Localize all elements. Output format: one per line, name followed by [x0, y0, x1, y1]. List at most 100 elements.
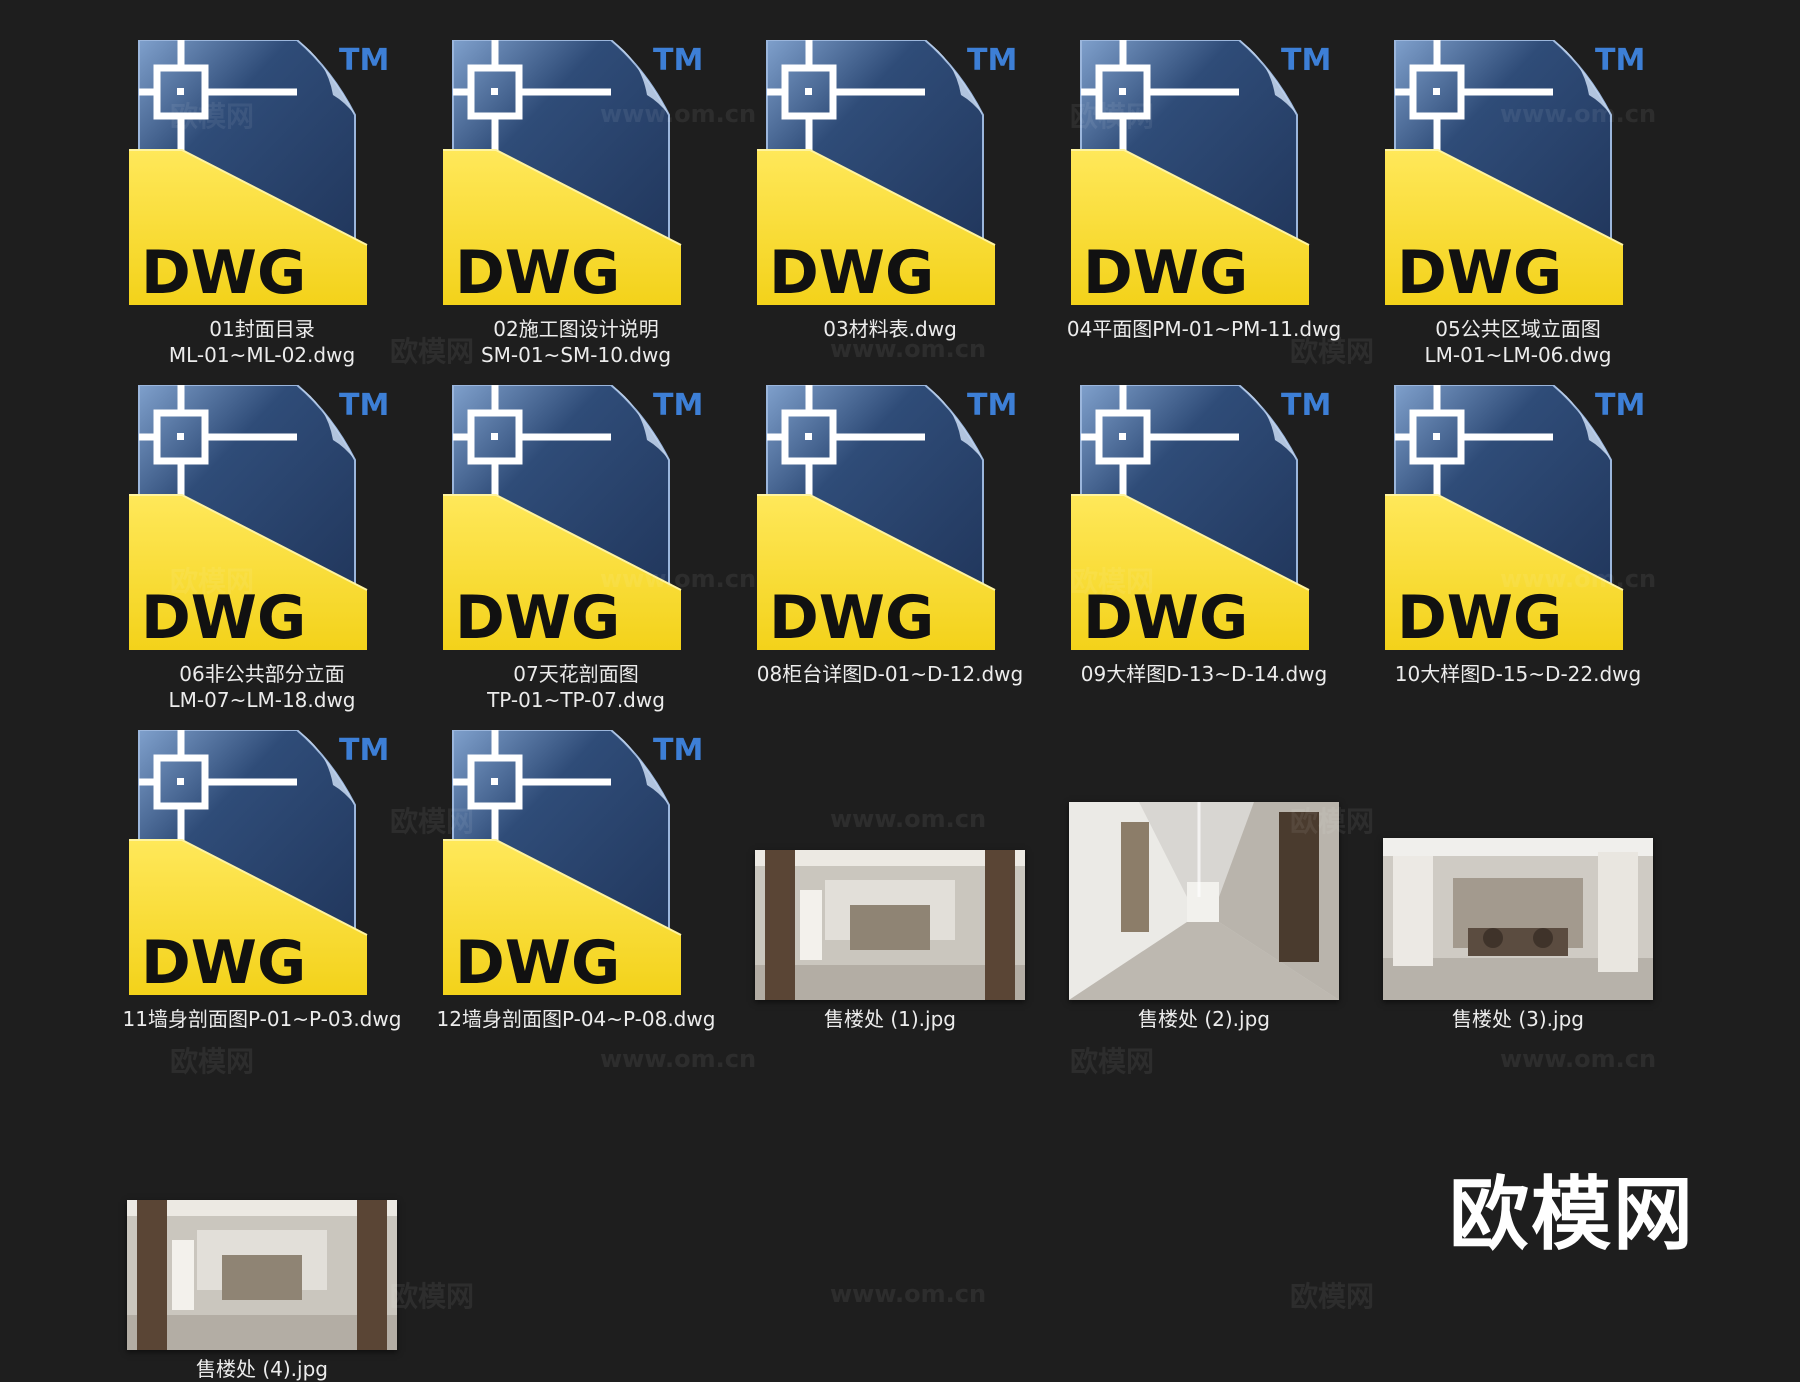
trademark-mark: TM [967, 388, 1017, 423]
dwg-file-icon: DWG TM [1385, 40, 1645, 308]
file-name: 10大样图D-15~D-22.dwg [1368, 661, 1668, 687]
file-item-13[interactable]: 售楼处 (1).jpg [740, 730, 1040, 1032]
file-name-line2: LM-01~LM-06.dwg [1424, 343, 1612, 367]
dwg-file-icon: DWG TM [1071, 385, 1331, 653]
file-item-14[interactable]: 售楼处 (2).jpg [1054, 730, 1354, 1032]
dwg-file-icon: DWG TM [757, 385, 1017, 653]
trademark-mark: TM [653, 43, 703, 78]
file-item-12[interactable]: DWG TM 12墙身剖面图P-04~P-08.dwg [426, 730, 726, 1032]
trademark-mark: TM [1595, 388, 1645, 423]
dwg-file-icon: DWG TM [1385, 385, 1645, 653]
file-item-1[interactable]: DWG TM 01封面目录 ML-01~ML-02.dwg [112, 40, 412, 368]
file-grid: DWG TM 01封面目录 ML-01~ML-02.dwg DWG TM 02施工图设计说明… [0, 0, 1800, 1381]
file-name: 06非公共部分立面 LM-07~LM-18.dwg [112, 661, 412, 713]
file-icon-wrap: DWG TM [426, 730, 726, 1000]
dwg-type-label: DWG [455, 928, 620, 998]
file-item-9[interactable]: DWG TM 09大样图D-13~D-14.dwg [1054, 385, 1354, 687]
file-name-line2: SM-01~SM-10.dwg [480, 343, 672, 367]
file-name: 05公共区域立面图 LM-01~LM-06.dwg [1368, 316, 1668, 368]
file-name: 售楼处 (2).jpg [1054, 1006, 1354, 1032]
file-icon-wrap [740, 730, 1040, 1000]
file-icon-wrap: DWG TM [1368, 40, 1668, 310]
dwg-type-label: DWG [141, 928, 306, 998]
trademark-mark: TM [339, 733, 389, 768]
file-name-line1: 12墙身剖面图P-04~P-08.dwg [436, 1007, 716, 1031]
file-item-8[interactable]: DWG TM 08柜台详图D-01~D-12.dwg [740, 385, 1040, 687]
trademark-mark: TM [339, 388, 389, 423]
file-name: 售楼处 (1).jpg [740, 1006, 1040, 1032]
file-icon-wrap: DWG TM [740, 40, 1040, 310]
file-item-11[interactable]: DWG TM 11墙身剖面图P-01~P-03.dwg [112, 730, 412, 1032]
trademark-mark: TM [1595, 43, 1645, 78]
file-icon-wrap: DWG TM [426, 385, 726, 655]
image-thumbnail [755, 850, 1025, 1000]
file-item-4[interactable]: DWG TM 04平面图PM-01~PM-11.dwg [1054, 40, 1354, 342]
dwg-type-label: DWG [769, 583, 934, 653]
file-icon-wrap: DWG TM [1054, 40, 1354, 310]
image-thumbnail [127, 1200, 397, 1350]
dwg-file-icon: DWG TM [129, 385, 389, 653]
brand-watermark: 欧模网 [1449, 1168, 1695, 1261]
file-item-2[interactable]: DWG TM 02施工图设计说明 SM-01~SM-10.dwg [426, 40, 726, 368]
dwg-type-label: DWG [141, 583, 306, 653]
file-name-line1: 04平面图PM-01~PM-11.dwg [1066, 317, 1342, 341]
file-name-line2: LM-07~LM-18.dwg [168, 688, 356, 712]
file-name-line1: 11墙身剖面图P-01~P-03.dwg [122, 1007, 402, 1031]
trademark-mark: TM [1281, 43, 1331, 78]
file-name-line1: 售楼处 (2).jpg [1138, 1007, 1270, 1031]
file-icon-wrap: DWG TM [1054, 385, 1354, 655]
file-item-6[interactable]: DWG TM 06非公共部分立面 LM-07~LM-18.dwg [112, 385, 412, 713]
file-name-line1: 02施工图设计说明 [493, 317, 659, 341]
file-item-3[interactable]: DWG TM 03材料表.dwg [740, 40, 1040, 342]
dwg-file-icon: DWG TM [129, 40, 389, 308]
file-name: 售楼处 (3).jpg [1368, 1006, 1668, 1032]
dwg-type-label: DWG [455, 238, 620, 308]
file-name: 12墙身剖面图P-04~P-08.dwg [426, 1006, 726, 1032]
image-thumbnail [1069, 802, 1339, 1000]
file-icon-wrap: DWG TM [112, 730, 412, 1000]
trademark-mark: TM [967, 43, 1017, 78]
file-item-16[interactable]: 售楼处 (4).jpg [112, 1080, 412, 1382]
file-item-15[interactable]: 售楼处 (3).jpg [1368, 730, 1668, 1032]
file-name-line1: 售楼处 (4).jpg [196, 1357, 328, 1381]
dwg-type-label: DWG [769, 238, 934, 308]
file-icon-wrap: DWG TM [426, 40, 726, 310]
file-name: 02施工图设计说明 SM-01~SM-10.dwg [426, 316, 726, 368]
file-name: 04平面图PM-01~PM-11.dwg [1054, 316, 1354, 342]
file-name: 01封面目录 ML-01~ML-02.dwg [112, 316, 412, 368]
file-name: 07天花剖面图 TP-01~TP-07.dwg [426, 661, 726, 713]
dwg-type-label: DWG [1083, 238, 1248, 308]
dwg-file-icon: DWG TM [443, 730, 703, 998]
file-name-line1: 07天花剖面图 [513, 662, 639, 686]
file-name-line1: 售楼处 (3).jpg [1452, 1007, 1584, 1031]
file-name-line1: 01封面目录 [209, 317, 315, 341]
file-item-5[interactable]: DWG TM 05公共区域立面图 LM-01~LM-06.dwg [1368, 40, 1668, 368]
file-name-line1: 09大样图D-13~D-14.dwg [1080, 662, 1328, 686]
dwg-file-icon: DWG TM [129, 730, 389, 998]
dwg-type-label: DWG [455, 583, 620, 653]
file-item-7[interactable]: DWG TM 07天花剖面图 TP-01~TP-07.dwg [426, 385, 726, 713]
dwg-type-label: DWG [1397, 238, 1562, 308]
dwg-file-icon: DWG TM [757, 40, 1017, 308]
file-name: 售楼处 (4).jpg [112, 1356, 412, 1382]
file-name: 09大样图D-13~D-14.dwg [1054, 661, 1354, 687]
trademark-mark: TM [653, 388, 703, 423]
file-icon-wrap: DWG TM [740, 385, 1040, 655]
file-icon-wrap [1054, 730, 1354, 1000]
file-icon-wrap: DWG TM [112, 40, 412, 310]
dwg-type-label: DWG [141, 238, 306, 308]
file-item-10[interactable]: DWG TM 10大样图D-15~D-22.dwg [1368, 385, 1668, 687]
dwg-type-label: DWG [1397, 583, 1562, 653]
trademark-mark: TM [1281, 388, 1331, 423]
dwg-file-icon: DWG TM [1071, 40, 1331, 308]
file-name: 08柜台详图D-01~D-12.dwg [740, 661, 1040, 687]
dwg-type-label: DWG [1083, 583, 1248, 653]
file-name-line2: ML-01~ML-02.dwg [168, 343, 356, 367]
file-name: 11墙身剖面图P-01~P-03.dwg [112, 1006, 412, 1032]
file-name: 03材料表.dwg [740, 316, 1040, 342]
dwg-file-icon: DWG TM [443, 385, 703, 653]
file-name-line2: TP-01~TP-07.dwg [487, 688, 665, 712]
file-icon-wrap [1368, 730, 1668, 1000]
file-icon-wrap [112, 1080, 412, 1350]
file-icon-wrap: DWG TM [112, 385, 412, 655]
